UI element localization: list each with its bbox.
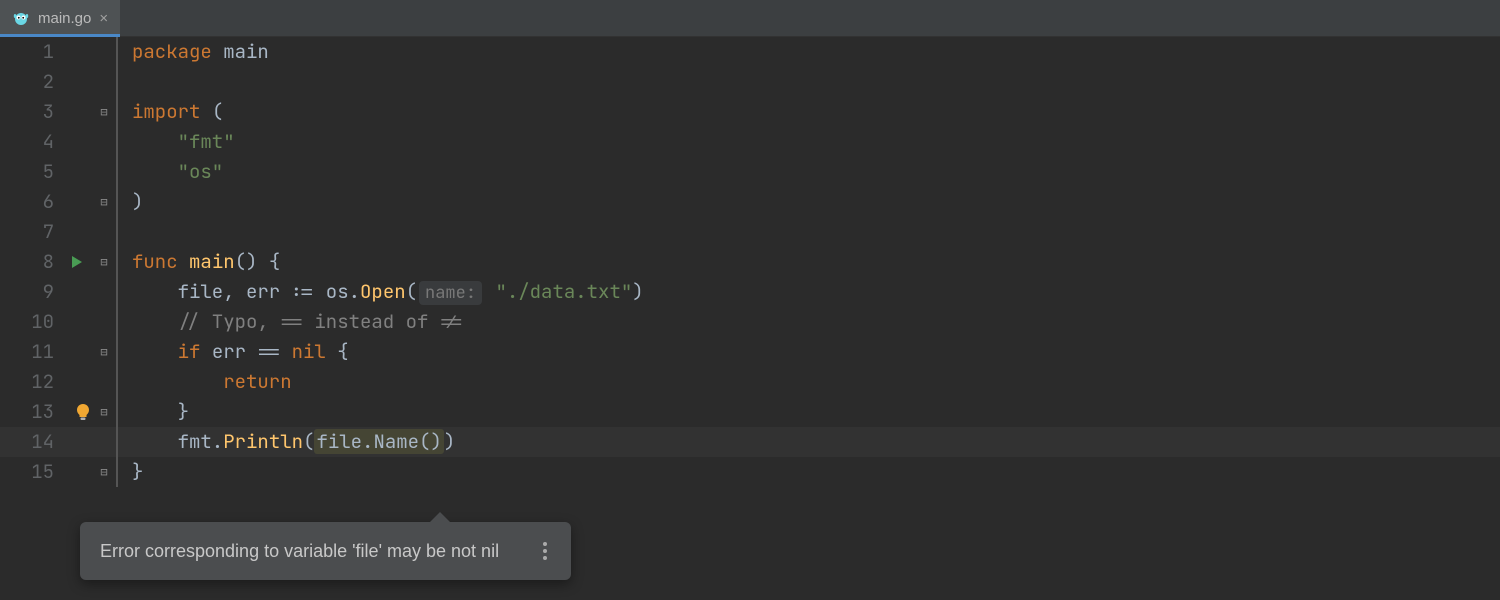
close-icon[interactable]: ×: [99, 11, 108, 26]
line-number: 1: [0, 37, 62, 67]
tooltip-message: Error corresponding to variable 'file' m…: [100, 536, 499, 566]
code-line[interactable]: return: [118, 367, 292, 397]
line-number: 5: [0, 157, 62, 187]
line-number: 7: [0, 217, 62, 247]
fold-toggle[interactable]: ⊟: [92, 457, 116, 487]
line-number: 14: [0, 427, 62, 457]
code-editor[interactable]: 1 package main 2 3 ⊟ import ( 4 "fmt" 5 …: [0, 37, 1500, 487]
inspection-highlight[interactable]: file.Name(): [314, 429, 443, 454]
line-number: 8: [0, 247, 62, 277]
run-gutter-icon[interactable]: [62, 255, 92, 269]
fold-toggle[interactable]: ⊟: [92, 187, 116, 217]
code-line[interactable]: "fmt": [118, 127, 235, 157]
line-number: 15: [0, 457, 62, 487]
code-line[interactable]: // Typo, == instead of !=: [118, 307, 463, 337]
code-line[interactable]: if err == nil {: [118, 337, 349, 367]
intention-bulb-icon[interactable]: [62, 403, 92, 421]
line-number: 2: [0, 67, 62, 97]
tab-main-go[interactable]: main.go ×: [0, 0, 120, 36]
code-line[interactable]: fmt.Println(file.Name()): [118, 427, 455, 457]
line-number: 9: [0, 277, 62, 307]
fold-toggle[interactable]: ⊟: [92, 397, 116, 427]
line-number: 4: [0, 127, 62, 157]
line-number: 10: [0, 307, 62, 337]
line-number: 12: [0, 367, 62, 397]
code-line[interactable]: }: [118, 457, 143, 487]
more-actions-icon[interactable]: [539, 538, 551, 564]
fold-toggle[interactable]: ⊟: [92, 337, 116, 367]
line-number: 6: [0, 187, 62, 217]
inspection-tooltip: Error corresponding to variable 'file' m…: [80, 522, 571, 580]
code-line[interactable]: file, err := os.Open(name: "./data.txt"): [118, 277, 644, 308]
code-line[interactable]: ): [118, 187, 143, 217]
parameter-hint: name:: [419, 281, 482, 305]
line-number: 3: [0, 97, 62, 127]
code-line[interactable]: package main: [118, 37, 269, 67]
tab-bar: main.go ×: [0, 0, 1500, 37]
code-line[interactable]: }: [118, 397, 189, 427]
line-number: 13: [0, 397, 62, 427]
line-number: 11: [0, 337, 62, 367]
code-line[interactable]: import (: [118, 97, 223, 127]
go-gopher-icon: [12, 9, 30, 27]
fold-toggle[interactable]: ⊟: [92, 247, 116, 277]
code-line[interactable]: "os": [118, 157, 223, 187]
tab-label: main.go: [38, 10, 91, 27]
fold-toggle[interactable]: ⊟: [92, 97, 116, 127]
code-line[interactable]: func main() {: [118, 247, 280, 277]
